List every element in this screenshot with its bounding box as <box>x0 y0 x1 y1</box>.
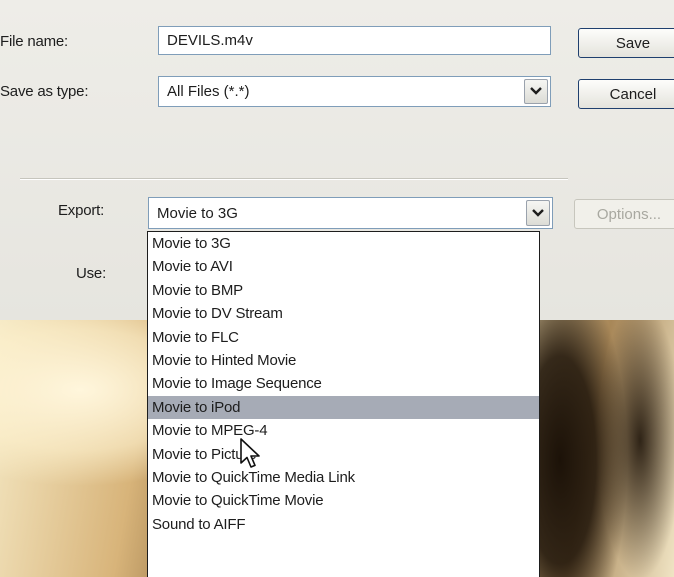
save-button[interactable]: Save <box>578 28 674 58</box>
save-as-type-value: All Files (*.*) <box>167 83 250 100</box>
file-name-input[interactable]: DEVILS.m4v <box>158 26 551 55</box>
list-item[interactable]: Movie to DV Stream <box>148 302 539 325</box>
list-item[interactable]: Movie to MPEG-4 <box>148 419 539 442</box>
list-item[interactable]: Movie to Image Sequence <box>148 372 539 395</box>
save-as-type-select[interactable]: All Files (*.*) <box>158 76 551 107</box>
export-value: Movie to 3G <box>157 204 238 222</box>
list-item[interactable]: Movie to FLC <box>148 326 539 349</box>
list-item[interactable]: Movie to 3G <box>148 232 539 255</box>
chevron-down-icon[interactable] <box>526 200 550 226</box>
export-dropdown-list[interactable]: Movie to 3G Movie to AVI Movie to BMP Mo… <box>147 231 540 577</box>
list-item[interactable]: Movie to QuickTime Media Link <box>148 466 539 489</box>
use-label: Use: <box>76 265 107 282</box>
list-item[interactable]: Movie to BMP <box>148 279 539 302</box>
options-button[interactable]: Options... <box>574 199 674 229</box>
list-item[interactable]: Sound to AIFF <box>148 513 539 536</box>
save-as-type-label: Save as type: <box>0 83 89 100</box>
export-select[interactable]: Movie to 3G <box>148 197 553 229</box>
list-item[interactable]: Movie to QuickTime Movie <box>148 489 539 512</box>
chevron-down-icon[interactable] <box>524 79 548 104</box>
list-item[interactable]: Movie to AVI <box>148 255 539 278</box>
arrow-cursor-icon <box>240 438 260 468</box>
export-label: Export: <box>58 202 105 219</box>
list-item[interactable]: Movie to Hinted Movie <box>148 349 539 372</box>
list-item-highlighted[interactable]: Movie to iPod <box>148 395 539 420</box>
list-item[interactable]: Movie to Picture <box>148 443 539 466</box>
cancel-button[interactable]: Cancel <box>578 79 674 109</box>
separator <box>20 178 568 180</box>
file-name-label: File name: <box>0 33 69 50</box>
